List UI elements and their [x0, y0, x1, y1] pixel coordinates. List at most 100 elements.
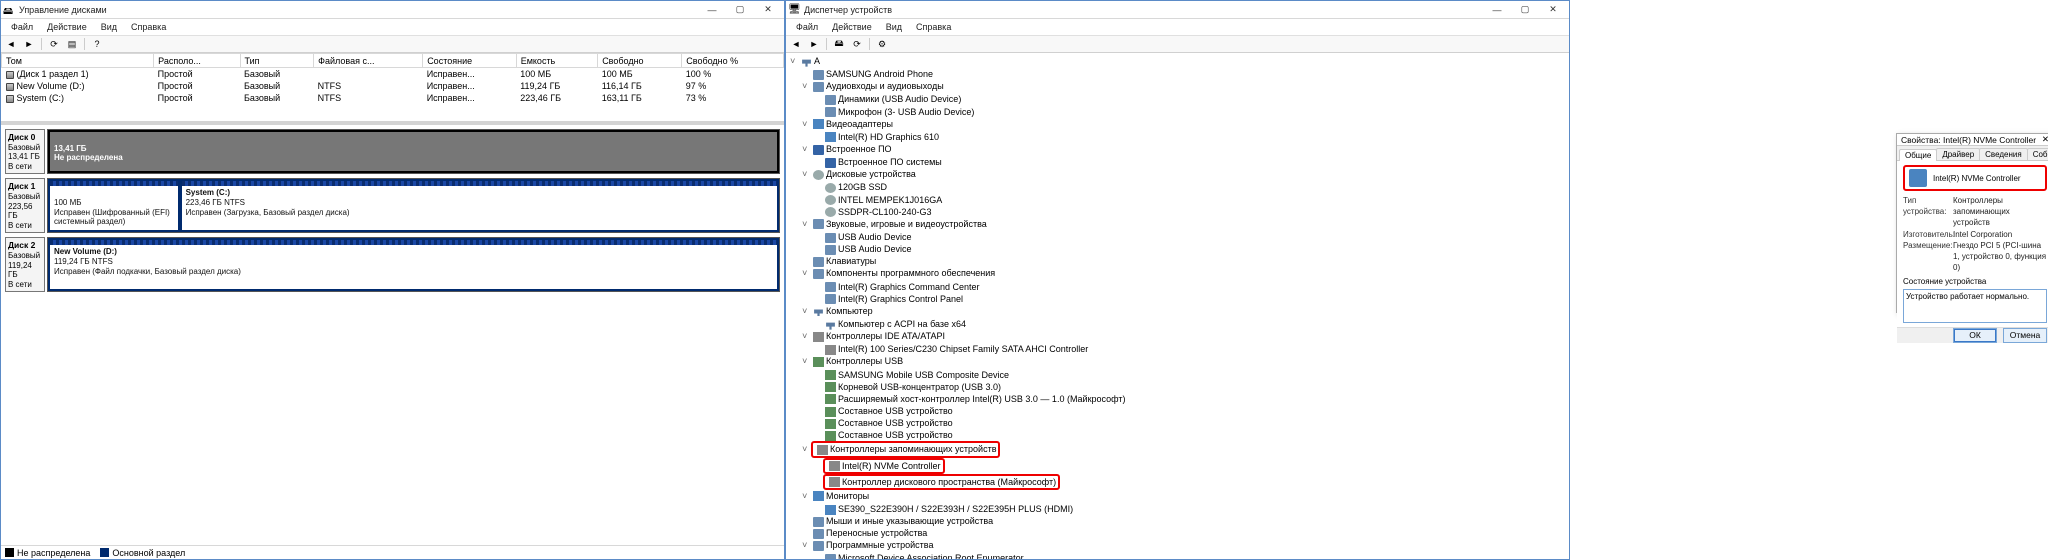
tab-Драйвер[interactable]: Драйвер — [1936, 148, 1980, 160]
volume-row[interactable]: (Диск 1 раздел 1)ПростойБазовыйИсправен.… — [2, 68, 784, 81]
maximize-button[interactable]: ▢ — [726, 2, 754, 18]
menu-Справка[interactable]: Справка — [910, 22, 957, 32]
partition[interactable]: System (C:)223,46 ГБ NTFSИсправен (Загру… — [180, 179, 779, 232]
disk-row[interactable]: Диск 0Базовый13,41 ГБВ сети13,41 ГБНе ра… — [5, 129, 780, 174]
ok-button[interactable]: ОК — [1953, 328, 1997, 343]
expand-icon[interactable]: ˅ — [802, 169, 811, 181]
help-button[interactable]: ? — [89, 37, 105, 51]
menu-Действие[interactable]: Действие — [826, 22, 878, 32]
tree-node[interactable]: Контроллер дискового пространства (Майкр… — [814, 474, 1565, 490]
partition[interactable]: New Volume (D:)119,24 ГБ NTFSИсправен (Ф… — [48, 238, 779, 291]
expand-icon[interactable]: ˅ — [802, 331, 811, 343]
cancel-button[interactable]: Отмена — [2003, 328, 2047, 343]
tree-node[interactable]: ˅Аудиовходы и аудиовыходы — [802, 80, 1565, 93]
menu-Справка[interactable]: Справка — [125, 22, 172, 32]
menu-Файл[interactable]: Файл — [5, 22, 39, 32]
volume-row[interactable]: System (C:)ПростойБазовыйNTFSИсправен...… — [2, 92, 784, 104]
disk-info[interactable]: Диск 0Базовый13,41 ГБВ сети — [5, 129, 45, 174]
view-button[interactable]: ▤ — [64, 37, 80, 51]
tree-node[interactable]: ˅Мониторы — [802, 490, 1565, 503]
column-header[interactable]: Располо... — [154, 54, 240, 68]
expand-icon[interactable]: ˅ — [802, 444, 811, 456]
tree-node[interactable]: ˅Компьютер — [802, 305, 1565, 318]
disk-row[interactable]: Диск 1Базовый223,56 ГБВ сети100 МБИсправ… — [5, 178, 780, 233]
expand-icon[interactable]: ˅ — [802, 268, 811, 280]
tree-node[interactable]: Составное USB устройство — [814, 405, 1565, 417]
menu-Действие[interactable]: Действие — [41, 22, 93, 32]
props-button[interactable]: ⚙ — [874, 37, 890, 51]
column-header[interactable]: Файловая с... — [314, 54, 423, 68]
disk-info[interactable]: Диск 2Базовый119,24 ГБВ сети — [5, 237, 45, 292]
maximize-button[interactable]: ▢ — [1511, 2, 1539, 18]
column-header[interactable]: Состояние — [423, 54, 517, 68]
tree-node[interactable]: ˅Контроллеры запоминающих устройств — [802, 441, 1565, 457]
column-header[interactable]: Том — [2, 54, 154, 68]
tree-root[interactable]: ˅A — [790, 55, 1565, 68]
tree-node[interactable]: SAMSUNG Android Phone — [802, 68, 1565, 80]
dialog-close-button[interactable]: ✕ — [2042, 134, 2048, 145]
tree-node[interactable]: Intel(R) HD Graphics 610 — [814, 131, 1565, 143]
menu-Файл[interactable]: Файл — [790, 22, 824, 32]
tree-node[interactable]: 120GB SSD — [814, 181, 1565, 193]
disk-info[interactable]: Диск 1Базовый223,56 ГБВ сети — [5, 178, 45, 233]
expand-icon[interactable]: ˅ — [802, 144, 811, 156]
tree-node[interactable]: ˅Контроллеры USB — [802, 355, 1565, 368]
close-button[interactable]: ✕ — [754, 2, 782, 18]
tree-node[interactable]: ˅Дисковые устройства — [802, 168, 1565, 181]
tree-node[interactable]: Расширяемый хост-контроллер Intel(R) USB… — [814, 393, 1565, 405]
tree-node[interactable]: Встроенное ПО системы — [814, 156, 1565, 168]
tree-node[interactable]: ˅Программные устройства — [802, 539, 1565, 552]
tree-node[interactable]: Компьютер с ACPI на базе x64 — [814, 318, 1565, 330]
tree-node[interactable]: Microsoft Device Association Root Enumer… — [814, 552, 1565, 559]
tree-node[interactable]: SAMSUNG Mobile USB Composite Device — [814, 369, 1565, 381]
expand-icon[interactable]: ˅ — [802, 219, 811, 231]
tab-События[interactable]: События — [2027, 148, 2048, 160]
fwd-button[interactable]: ► — [21, 37, 37, 51]
tree-node[interactable]: ˅Видеоадаптеры — [802, 118, 1565, 131]
tree-node[interactable]: Intel(R) 100 Series/C230 Chipset Family … — [814, 343, 1565, 355]
expand-icon[interactable]: ˅ — [802, 540, 811, 552]
tree-node[interactable]: Составное USB устройство — [814, 429, 1565, 441]
expand-icon[interactable]: ˅ — [802, 119, 811, 131]
disk-graphical-view[interactable]: Диск 0Базовый13,41 ГБВ сети13,41 ГБНе ра… — [1, 125, 784, 545]
device-tree[interactable]: ˅ASAMSUNG Android Phone˅Аудиовходы и ауд… — [786, 53, 1569, 559]
tree-node[interactable]: Intel(R) NVMe Controller — [814, 458, 1565, 474]
back-button[interactable]: ◄ — [3, 37, 19, 51]
column-header[interactable]: Свободно % — [682, 54, 784, 68]
expand-icon[interactable]: ˅ — [802, 491, 811, 503]
tree-node[interactable]: ˅Компоненты программного обеспечения — [802, 267, 1565, 280]
tree-node[interactable]: Intel(R) Graphics Command Center — [814, 281, 1565, 293]
column-header[interactable]: Тип — [240, 54, 314, 68]
tab-Сведения[interactable]: Сведения — [1979, 148, 2028, 160]
expand-icon[interactable]: ˅ — [802, 356, 811, 368]
tree-node[interactable]: Микрофон (3- USB Audio Device) — [814, 106, 1565, 118]
partition[interactable]: 13,41 ГБНе распределена — [48, 130, 779, 173]
tree-node[interactable]: INTEL MEMPEK1J016GA — [814, 194, 1565, 206]
tree-node[interactable]: ˅Звуковые, игровые и видеоустройства — [802, 218, 1565, 231]
menu-Вид[interactable]: Вид — [880, 22, 908, 32]
tree-node[interactable]: ˅Встроенное ПО — [802, 143, 1565, 156]
column-header[interactable]: Свободно — [598, 54, 682, 68]
volume-row[interactable]: New Volume (D:)ПростойБазовыйNTFSИсправе… — [2, 80, 784, 92]
tree-node[interactable]: Клавиатуры — [802, 255, 1565, 267]
tree-node[interactable]: Мыши и иные указывающие устройства — [802, 515, 1565, 527]
tree-node[interactable]: Составное USB устройство — [814, 417, 1565, 429]
column-header[interactable]: Емкость — [516, 54, 597, 68]
minimize-button[interactable]: — — [698, 2, 726, 18]
expand-icon[interactable]: ˅ — [802, 306, 811, 318]
tab-Общие[interactable]: Общие — [1899, 149, 1937, 161]
scan-button[interactable]: 🖴 — [831, 37, 847, 51]
minimize-button[interactable]: — — [1483, 2, 1511, 18]
tree-node[interactable]: USB Audio Device — [814, 231, 1565, 243]
partition[interactable]: 100 МБИсправен (Шифрованный (EFI) систем… — [48, 179, 180, 232]
refresh-button[interactable]: ⟳ — [46, 37, 62, 51]
tree-node[interactable]: Intel(R) Graphics Control Panel — [814, 293, 1565, 305]
back-button[interactable]: ◄ — [788, 37, 804, 51]
disk-row[interactable]: Диск 2Базовый119,24 ГБВ сетиNew Volume (… — [5, 237, 780, 292]
expand-icon[interactable]: ˅ — [802, 81, 811, 93]
tree-node[interactable]: SSDPR-CL100-240-G3 — [814, 206, 1565, 218]
tree-node[interactable]: ˅Контроллеры IDE ATA/ATAPI — [802, 330, 1565, 343]
tree-node[interactable]: Переносные устройства — [802, 527, 1565, 539]
tree-node[interactable]: Динамики (USB Audio Device) — [814, 93, 1565, 105]
tree-node[interactable]: Корневой USB-концентратор (USB 3.0) — [814, 381, 1565, 393]
